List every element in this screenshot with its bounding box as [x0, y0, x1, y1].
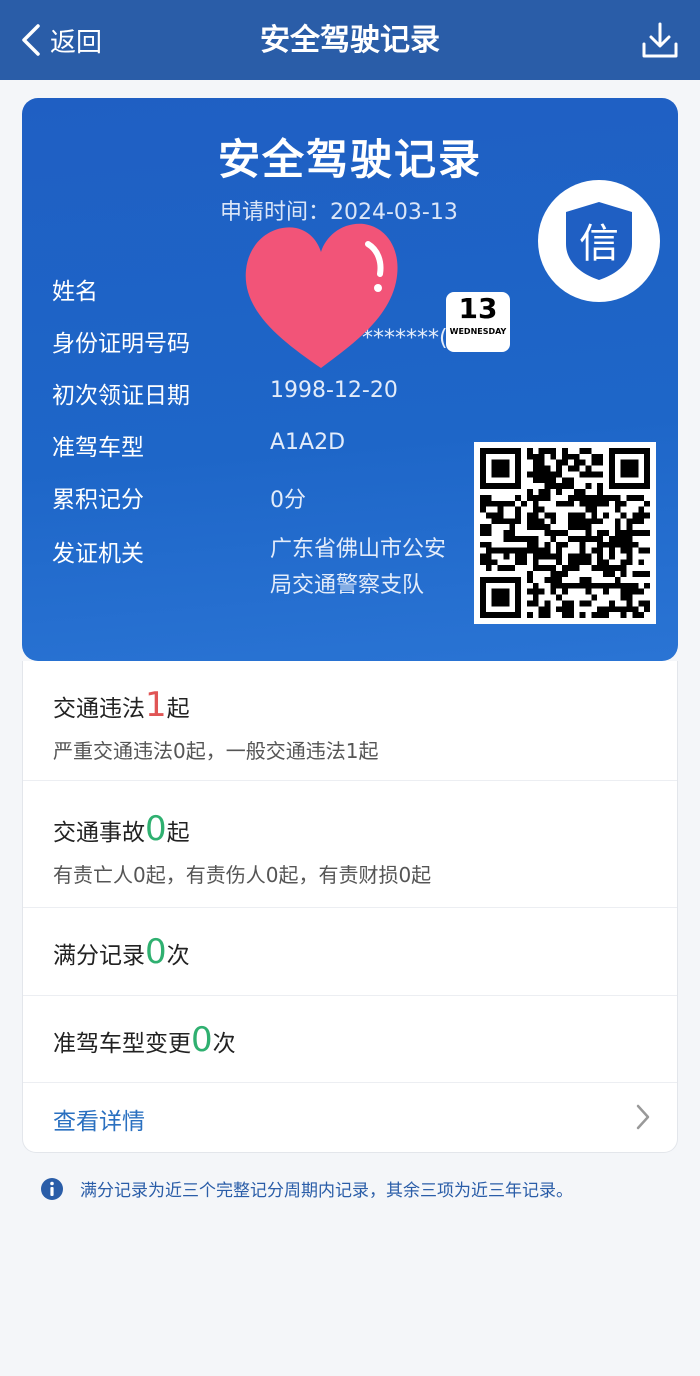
- sticker-day-number: 13: [458, 292, 498, 325]
- accident-summary: 交通事故0起: [53, 809, 190, 849]
- label-first-license-date: 初次领证日期: [52, 383, 190, 409]
- footnote: 满分记录为近三个完整记分周期内记录，其余三项为近三年记录。: [40, 1176, 573, 1201]
- label-vehicle-class: 准驾车型: [52, 435, 144, 461]
- page-title: 安全驾驶记录: [260, 23, 440, 58]
- label-name: 姓名: [52, 279, 98, 305]
- card-title: 安全驾驶记录: [217, 135, 482, 184]
- badge-char: 信: [579, 221, 619, 267]
- violation-label: 交通违法: [53, 696, 145, 722]
- info-icon: [41, 1177, 63, 1200]
- class-change-row: 准驾车型变更0次: [23, 996, 677, 1083]
- date-sticker: 13 WEDNESDAY: [446, 292, 510, 352]
- download-icon: [642, 22, 678, 58]
- download-button[interactable]: [640, 20, 680, 60]
- full-score-count: 0: [145, 932, 167, 972]
- class-change-label: 准驾车型变更: [53, 1031, 191, 1057]
- value-vehicle-class: A1A2D: [270, 430, 346, 455]
- accident-unit: 起: [166, 820, 190, 846]
- credit-badge: 信: [538, 180, 660, 302]
- full-score-unit: 次: [166, 943, 190, 969]
- class-change-summary: 准驾车型变更0次: [53, 1020, 236, 1060]
- navigation-bar: 返回 安全驾驶记录: [0, 0, 700, 80]
- violation-count: 1: [145, 685, 167, 725]
- accident-detail: 有责亡人0起，有责伤人0起，有责财损0起: [53, 863, 432, 887]
- value-accumulated-points: 0分: [270, 488, 306, 513]
- sticker-weekday: WEDNESDAY: [449, 327, 507, 336]
- heart-sticker: [245, 223, 398, 368]
- value-issuing-authority: 广东省佛山市公安局交通警察支队: [270, 537, 447, 598]
- violation-summary: 交通违法1起: [53, 685, 190, 725]
- accident-row: 交通事故0起 有责亡人0起，有责伤人0起，有责财损0起: [23, 781, 677, 908]
- violation-detail: 严重交通违法0起，一般交通违法1起: [53, 739, 379, 763]
- footnote-text: 满分记录为近三个完整记分周期内记录，其余三项为近三年记录。: [80, 1181, 573, 1201]
- label-issuing-authority: 发证机关: [52, 541, 144, 567]
- accident-label: 交通事故: [53, 820, 145, 846]
- full-score-row: 满分记录0次: [23, 908, 677, 996]
- qr-code-image: [480, 448, 650, 618]
- records-panel: 交通违法1起 严重交通违法0起，一般交通违法1起 交通事故0起 有责亡人0起，有…: [22, 661, 678, 1153]
- driving-record-card: 安全驾驶记录 申请时间：2024-03-13 信 姓名 身份证明号码 *****…: [22, 98, 678, 661]
- qr-code: [474, 442, 656, 624]
- chevron-right-icon[interactable]: [635, 1103, 651, 1131]
- value-first-license-date: 1998-12-20: [270, 378, 398, 403]
- class-change-count: 0: [191, 1020, 213, 1060]
- accident-count: 0: [145, 809, 167, 849]
- full-score-label: 满分记录: [53, 943, 145, 969]
- violation-unit: 起: [166, 696, 190, 722]
- class-change-unit: 次: [212, 1031, 236, 1057]
- violation-row: 交通违法1起 严重交通违法0起，一般交通违法1起: [23, 661, 677, 781]
- view-details-link[interactable]: 查看详情: [53, 1102, 145, 1136]
- label-accumulated-points: 累积记分: [52, 487, 144, 513]
- full-score-summary: 满分记录0次: [53, 932, 190, 972]
- shield-icon: 信: [566, 202, 632, 280]
- label-id-number: 身份证明号码: [52, 331, 190, 357]
